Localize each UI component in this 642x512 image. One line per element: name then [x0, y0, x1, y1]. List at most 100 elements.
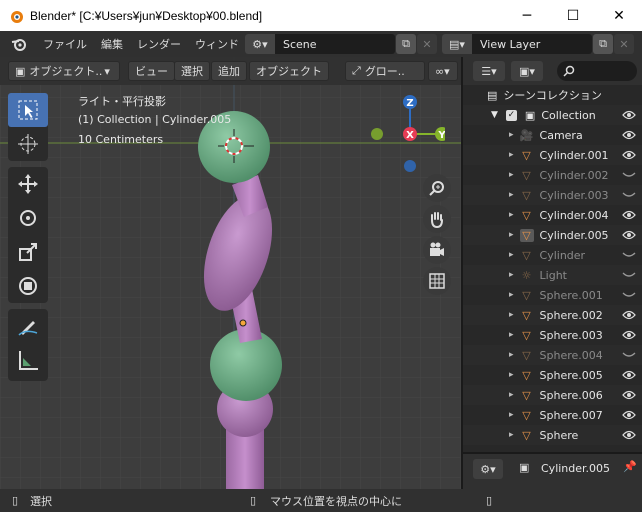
- outliner-item-cylinder-005[interactable]: ▸ ▽ Cylinder.005: [463, 225, 642, 245]
- expand-arrow-icon[interactable]: ▸: [509, 290, 514, 300]
- remove-scene-icon[interactable]: ✕: [417, 34, 437, 54]
- pin-icon[interactable]: 📌: [623, 460, 637, 473]
- outliner-item-sphere-003[interactable]: ▸ ▽ Sphere.003: [463, 325, 642, 345]
- pan-button[interactable]: [423, 205, 451, 233]
- collection-expand-icon[interactable]: ▼: [491, 110, 498, 120]
- eye-closed-icon[interactable]: [622, 290, 636, 300]
- ortho-toggle-button[interactable]: [423, 267, 451, 295]
- transform-orientation-dropdown[interactable]: ⤢ グロー..: [345, 61, 425, 81]
- outliner-item-sphere-002[interactable]: ▸ ▽ Sphere.002: [463, 305, 642, 325]
- expand-arrow-icon[interactable]: ▸: [509, 410, 514, 420]
- annotate-pencil-icon: [18, 321, 38, 336]
- scene-selector[interactable]: ⚙▾ Scene: [245, 34, 395, 54]
- expand-arrow-icon[interactable]: ▸: [509, 230, 514, 240]
- rotate-tool[interactable]: [8, 201, 48, 235]
- menu-object[interactable]: オブジェクト: [249, 61, 329, 81]
- expand-arrow-icon[interactable]: ▸: [509, 150, 514, 160]
- blender-logo-icon[interactable]: [8, 33, 30, 55]
- eye-closed-icon[interactable]: [622, 270, 636, 280]
- collection-checkbox[interactable]: ✓: [505, 109, 517, 121]
- menu-edit[interactable]: 編集: [94, 36, 130, 52]
- move-tool[interactable]: [8, 167, 48, 201]
- expand-arrow-icon[interactable]: ▸: [509, 370, 514, 380]
- eye-icon[interactable]: [622, 210, 636, 220]
- cursor-tool-icon: [18, 134, 38, 154]
- eye-icon[interactable]: [622, 430, 636, 440]
- expand-arrow-icon[interactable]: ▸: [509, 130, 514, 140]
- zoom-button[interactable]: [423, 174, 451, 202]
- eye-closed-icon[interactable]: [622, 170, 636, 180]
- measure-tool[interactable]: [8, 343, 48, 377]
- eye-icon[interactable]: [622, 110, 636, 120]
- gizmo-neg-z-axis[interactable]: [404, 160, 416, 172]
- scene-collection-row[interactable]: ▤ シーンコレクション: [463, 85, 642, 105]
- eye-icon[interactable]: [622, 410, 636, 420]
- eye-closed-icon[interactable]: [622, 190, 636, 200]
- outliner-item-cylinder-001[interactable]: ▸ ▽ Cylinder.001: [463, 145, 642, 165]
- mode-dropdown[interactable]: ▣ オブジェクト.. ▾: [8, 61, 120, 81]
- eye-icon[interactable]: [622, 130, 636, 140]
- gizmo-neg-y-axis[interactable]: [371, 128, 383, 140]
- expand-arrow-icon[interactable]: ▸: [509, 170, 514, 180]
- menu-file[interactable]: ファイル: [36, 36, 94, 52]
- display-mode-dropdown[interactable]: ☰▾: [473, 61, 505, 81]
- outliner-item-sphere-001[interactable]: ▸ ▽ Sphere.001: [463, 285, 642, 305]
- outliner-item-label: Sphere.001: [539, 288, 603, 302]
- 3d-viewport[interactable]: ▣ オブジェクト.. ▾ ビュー 選択 追加 オブジェクト ⤢ グロー.. ∞▾ …: [0, 57, 461, 489]
- expand-arrow-icon[interactable]: ▸: [509, 430, 514, 440]
- outliner-item-cylinder-004[interactable]: ▸ ▽ Cylinder.004: [463, 205, 642, 225]
- new-scene-icon[interactable]: ⧉: [396, 34, 416, 54]
- eye-closed-icon[interactable]: [622, 250, 636, 260]
- expand-arrow-icon[interactable]: ▸: [509, 310, 514, 320]
- new-view-layer-icon[interactable]: ⧉: [593, 34, 613, 54]
- outliner-item-sphere-007[interactable]: ▸ ▽ Sphere.007: [463, 405, 642, 425]
- view-layer-selector[interactable]: ▤▾ View Layer: [442, 34, 592, 54]
- expand-arrow-icon[interactable]: ▸: [509, 210, 514, 220]
- select-box-tool[interactable]: [8, 93, 48, 127]
- eye-icon[interactable]: [622, 330, 636, 340]
- outliner-item-cylinder[interactable]: ▸ ▽ Cylinder: [463, 245, 642, 265]
- menu-view[interactable]: ビュー: [128, 61, 175, 81]
- expand-arrow-icon[interactable]: ▸: [509, 330, 514, 340]
- menu-render[interactable]: レンダー: [130, 36, 188, 52]
- editor-type-dropdown[interactable]: ⚙▾: [473, 459, 503, 479]
- menu-add[interactable]: 追加: [211, 61, 247, 81]
- outliner-item-cylinder-002[interactable]: ▸ ▽ Cylinder.002: [463, 165, 642, 185]
- maximize-button[interactable]: ☐: [550, 0, 596, 31]
- eye-icon[interactable]: [622, 150, 636, 160]
- eye-icon[interactable]: [622, 230, 636, 240]
- camera-view-button[interactable]: [423, 236, 451, 264]
- outliner-item-light[interactable]: ▸ ☼ Light: [463, 265, 642, 285]
- expand-arrow-icon[interactable]: ▸: [509, 190, 514, 200]
- expand-arrow-icon[interactable]: ▸: [509, 350, 514, 360]
- eye-icon[interactable]: [622, 370, 636, 380]
- outliner-item-sphere-005[interactable]: ▸ ▽ Sphere.005: [463, 365, 642, 385]
- transform-icon: [19, 277, 37, 295]
- link-icon: ∞▾: [435, 64, 450, 78]
- transform-tool[interactable]: [8, 269, 48, 303]
- outliner-item-camera[interactable]: ▸ 🎥 Camera: [463, 125, 642, 145]
- filter-dropdown[interactable]: ▣▾: [511, 61, 543, 81]
- outliner-item-cylinder-003[interactable]: ▸ ▽ Cylinder.003: [463, 185, 642, 205]
- minimize-button[interactable]: ─: [504, 0, 550, 31]
- outliner-item-sphere-006[interactable]: ▸ ▽ Sphere.006: [463, 385, 642, 405]
- eye-icon[interactable]: [622, 310, 636, 320]
- scale-tool[interactable]: [8, 235, 48, 269]
- eye-closed-icon[interactable]: [622, 350, 636, 360]
- outliner-search-input[interactable]: [557, 61, 637, 81]
- close-button[interactable]: ✕: [596, 0, 642, 31]
- menu-window[interactable]: ウィンド: [188, 36, 246, 52]
- snap-dropdown[interactable]: ∞▾: [428, 61, 458, 81]
- expand-arrow-icon[interactable]: ▸: [509, 270, 514, 280]
- eye-icon[interactable]: [622, 390, 636, 400]
- cursor-tool[interactable]: [8, 127, 48, 161]
- outliner-item-sphere[interactable]: ▸ ▽ Sphere: [463, 425, 642, 445]
- remove-view-layer-icon[interactable]: ✕: [614, 34, 634, 54]
- navigation-gizmo[interactable]: Z X Y: [365, 89, 445, 179]
- outliner-item-sphere-004[interactable]: ▸ ▽ Sphere.004: [463, 345, 642, 365]
- collection-row[interactable]: ▼ ✓ ▣ Collection: [463, 105, 642, 125]
- menu-select[interactable]: 選択: [174, 61, 210, 81]
- expand-arrow-icon[interactable]: ▸: [509, 390, 514, 400]
- expand-arrow-icon[interactable]: ▸: [509, 250, 514, 260]
- annotate-tool[interactable]: [8, 309, 48, 343]
